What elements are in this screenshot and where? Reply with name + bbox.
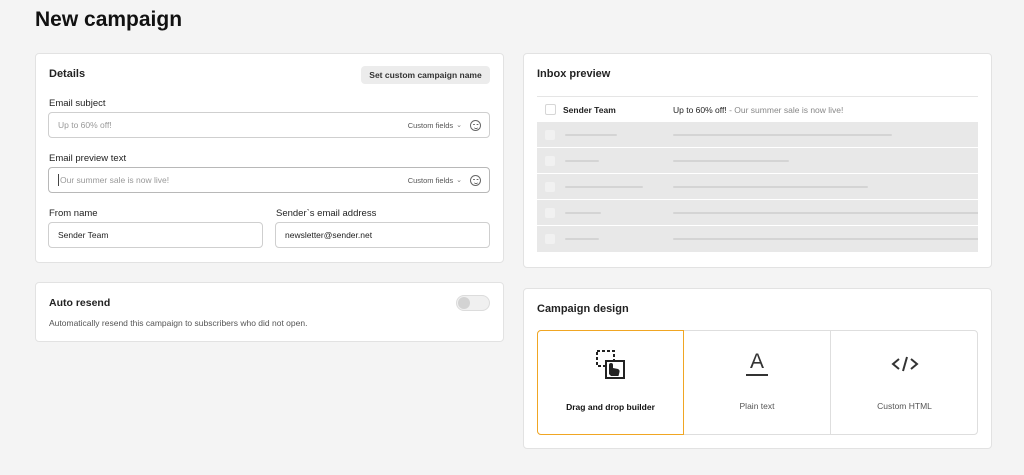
placeholder-bar bbox=[565, 134, 617, 136]
inbox-preview-row: Sender Team Up to 60% off! - Our summer … bbox=[537, 96, 978, 122]
custom-fields-label: Custom fields bbox=[407, 175, 454, 185]
row-checkbox bbox=[545, 234, 555, 244]
email-subject-label: Email subject bbox=[49, 98, 106, 109]
row-checkbox bbox=[545, 130, 555, 140]
design-option-plain-text[interactable]: A Plain text bbox=[684, 330, 831, 435]
email-subject-placeholder: Up to 60% off! bbox=[58, 120, 112, 130]
row-checkbox bbox=[545, 104, 556, 115]
details-title: Details bbox=[49, 68, 86, 80]
design-option-drag-and-drop[interactable]: Drag and drop builder bbox=[537, 330, 684, 435]
svg-text:A: A bbox=[750, 350, 764, 373]
drag-drop-icon bbox=[593, 348, 629, 382]
text-format-icon: A bbox=[739, 347, 775, 381]
chevron-down-icon: ⌄ bbox=[456, 177, 462, 184]
placeholder-bar bbox=[673, 238, 978, 240]
placeholder-bar bbox=[673, 186, 868, 188]
toggle-knob bbox=[458, 297, 470, 309]
auto-resend-toggle[interactable] bbox=[456, 295, 490, 311]
placeholder-row bbox=[537, 200, 978, 226]
placeholder-bar bbox=[565, 160, 599, 162]
design-option-label: Custom HTML bbox=[877, 401, 932, 411]
email-preview-label: Email preview text bbox=[49, 153, 127, 164]
design-option-custom-html[interactable]: Custom HTML bbox=[831, 330, 978, 435]
from-name-value: Sender Team bbox=[58, 230, 109, 240]
inbox-separator: - bbox=[726, 104, 735, 115]
auto-resend-card bbox=[35, 282, 504, 342]
sender-email-label: Sender`s email address bbox=[276, 208, 377, 219]
from-name-input[interactable]: Sender Team bbox=[48, 222, 263, 248]
placeholder-row bbox=[537, 148, 978, 174]
text-cursor bbox=[58, 174, 59, 186]
placeholder-row bbox=[537, 226, 978, 253]
campaign-design-title: Campaign design bbox=[537, 303, 629, 315]
placeholder-row bbox=[537, 122, 978, 148]
email-subject-input[interactable]: Up to 60% off! Custom fields ⌄ bbox=[48, 112, 490, 138]
row-checkbox bbox=[545, 156, 555, 166]
inbox-preview-title: Inbox preview bbox=[537, 68, 611, 80]
row-checkbox bbox=[545, 208, 555, 218]
inbox-sender: Sender Team bbox=[563, 104, 616, 115]
emoji-icon[interactable] bbox=[470, 119, 481, 131]
from-name-label: From name bbox=[49, 208, 98, 219]
placeholder-bar bbox=[565, 212, 601, 214]
auto-resend-description: Automatically resend this campaign to su… bbox=[49, 318, 308, 328]
chevron-down-icon: ⌄ bbox=[456, 122, 462, 129]
set-custom-campaign-name-button[interactable]: Set custom campaign name bbox=[361, 66, 490, 84]
code-icon bbox=[887, 347, 923, 381]
placeholder-bar bbox=[673, 212, 978, 214]
emoji-icon[interactable] bbox=[470, 174, 481, 186]
inbox-preview-text: Our summer sale is now live! bbox=[734, 104, 844, 115]
placeholder-bar bbox=[565, 186, 643, 188]
row-checkbox bbox=[545, 182, 555, 192]
placeholder-bar bbox=[673, 134, 892, 136]
design-option-label: Drag and drop builder bbox=[566, 402, 655, 412]
email-preview-placeholder: Our summer sale is now live! bbox=[60, 175, 170, 185]
inbox-subject: Up to 60% off! bbox=[673, 104, 727, 115]
placeholder-bar bbox=[565, 238, 599, 240]
design-option-label: Plain text bbox=[739, 401, 775, 411]
custom-fields-dropdown[interactable]: Custom fields ⌄ bbox=[408, 121, 462, 130]
page-title: New campaign bbox=[35, 8, 183, 31]
placeholder-row bbox=[537, 174, 978, 200]
custom-fields-dropdown[interactable]: Custom fields ⌄ bbox=[408, 176, 462, 185]
placeholder-bar bbox=[673, 160, 789, 162]
sender-email-value: newsletter@sender.net bbox=[285, 230, 373, 240]
custom-fields-label: Custom fields bbox=[407, 120, 454, 130]
auto-resend-title: Auto resend bbox=[49, 297, 111, 309]
email-preview-input[interactable]: Our summer sale is now live! Custom fiel… bbox=[48, 167, 490, 193]
sender-email-input[interactable]: newsletter@sender.net bbox=[275, 222, 490, 248]
